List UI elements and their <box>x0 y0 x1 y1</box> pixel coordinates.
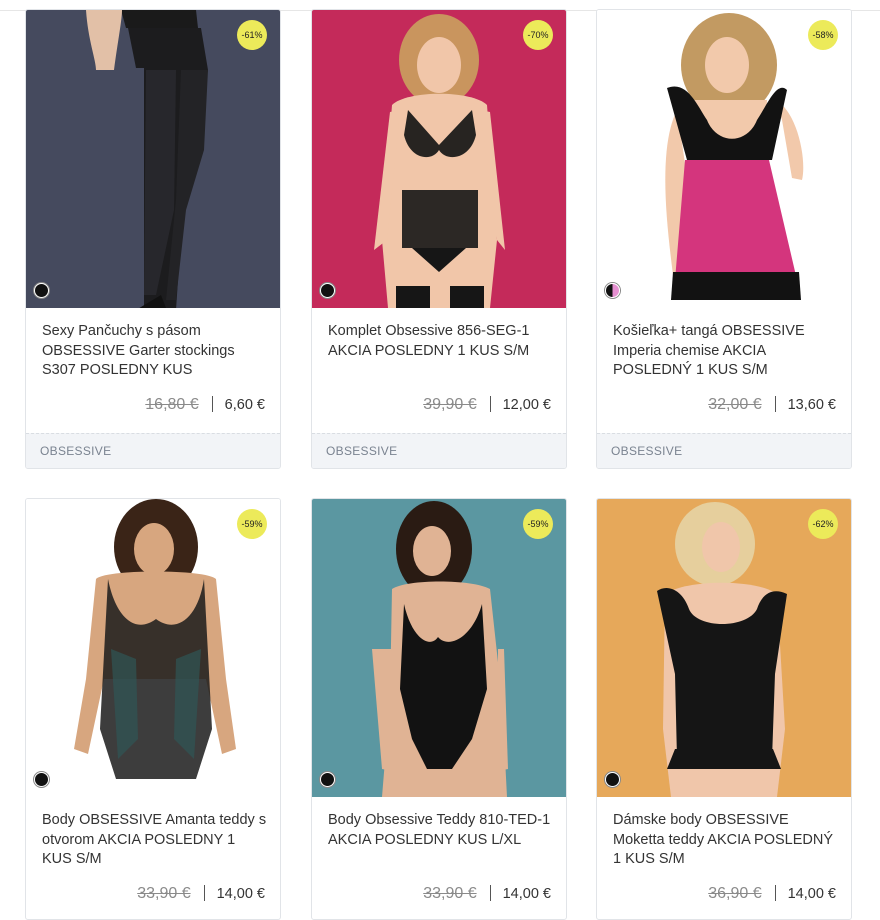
price-separator <box>774 396 776 412</box>
wave-edge <box>26 795 280 797</box>
product-card[interactable]: -62% Dámske body OBSESSIVE Moketta teddy… <box>596 498 852 920</box>
price-separator <box>774 885 776 901</box>
product-card[interactable]: -59% Body OBSESSIVE Amanta teddy s otvor… <box>25 498 281 920</box>
old-price: 16,80 € <box>145 396 199 413</box>
color-swatch-black[interactable] <box>605 772 620 787</box>
product-title[interactable]: Body Obsessive Teddy 810-TED-1 AKCIA POS… <box>328 811 553 850</box>
product-card[interactable]: -58% Košieľka+ tangá OBSESSIVE Imperia c… <box>596 9 852 469</box>
wave-edge <box>312 795 566 797</box>
price-separator <box>489 885 491 901</box>
discount-badge: -61% <box>237 20 267 50</box>
discount-badge: -62% <box>808 509 838 539</box>
color-swatch-black[interactable] <box>320 772 335 787</box>
price-block: 16,80 € 6,60 € <box>145 396 265 414</box>
price-separator <box>203 885 205 901</box>
product-title[interactable]: Sexy Pančuchy s pásom OBSESSIVE Garter s… <box>42 322 267 381</box>
product-image[interactable]: -61% <box>26 10 280 308</box>
price-separator <box>489 396 491 412</box>
new-price: 14,00 € <box>787 886 836 902</box>
brand-label[interactable]: OBSESSIVE <box>597 444 682 458</box>
product-title[interactable]: Komplet Obsessive 856-SEG-1 AKCIA POSLED… <box>328 322 553 361</box>
wave-edge <box>26 306 280 308</box>
price-block: 32,00 € 13,60 € <box>708 396 836 414</box>
color-swatch-black-pink[interactable] <box>605 283 620 298</box>
price-block: 33,90 € 14,00 € <box>423 885 551 903</box>
brand-bar: OBSESSIVE <box>312 433 566 468</box>
brand-label[interactable]: OBSESSIVE <box>26 444 111 458</box>
new-price: 13,60 € <box>787 397 836 413</box>
wave-edge <box>312 306 566 308</box>
discount-badge: -59% <box>237 509 267 539</box>
color-swatch-black[interactable] <box>320 283 335 298</box>
new-price: 6,60 € <box>224 397 265 413</box>
discount-badge: -58% <box>808 20 838 50</box>
new-price: 14,00 € <box>502 886 551 902</box>
product-card[interactable]: -70% Komplet Obsessive 856-SEG-1 AKCIA P… <box>311 9 567 469</box>
wave-edge <box>597 795 851 797</box>
old-price: 33,90 € <box>137 885 191 902</box>
old-price: 39,90 € <box>423 396 477 413</box>
new-price: 12,00 € <box>502 397 551 413</box>
product-image[interactable]: -70% <box>312 10 566 308</box>
wave-edge <box>597 306 851 308</box>
old-price: 32,00 € <box>708 396 762 413</box>
product-card[interactable]: -59% Body Obsessive Teddy 810-TED-1 AKCI… <box>311 498 567 920</box>
product-title[interactable]: Dámske body OBSESSIVE Moketta teddy AKCI… <box>613 811 838 870</box>
old-price: 33,90 € <box>423 885 477 902</box>
product-image[interactable]: -59% <box>312 499 566 797</box>
brand-bar: OBSESSIVE <box>597 433 851 468</box>
product-image[interactable]: -58% <box>597 10 851 308</box>
product-card[interactable]: -61% Sexy Pančuchy s pásom OBSESSIVE Gar… <box>25 9 281 469</box>
price-block: 39,90 € 12,00 € <box>423 396 551 414</box>
product-image[interactable]: -59% <box>26 499 280 797</box>
price-separator <box>211 396 213 412</box>
brand-bar: OBSESSIVE <box>26 433 280 468</box>
brand-label[interactable]: OBSESSIVE <box>312 444 397 458</box>
discount-badge: -59% <box>523 509 553 539</box>
color-swatch-black[interactable] <box>34 772 49 787</box>
product-title[interactable]: Body OBSESSIVE Amanta teddy s otvorom AK… <box>42 811 267 870</box>
product-image[interactable]: -62% <box>597 499 851 797</box>
new-price: 14,00 € <box>216 886 265 902</box>
color-swatch-black[interactable] <box>34 283 49 298</box>
price-block: 33,90 € 14,00 € <box>137 885 265 903</box>
discount-badge: -70% <box>523 20 553 50</box>
price-block: 36,90 € 14,00 € <box>708 885 836 903</box>
product-title[interactable]: Košieľka+ tangá OBSESSIVE Imperia chemis… <box>613 322 838 381</box>
old-price: 36,90 € <box>708 885 762 902</box>
